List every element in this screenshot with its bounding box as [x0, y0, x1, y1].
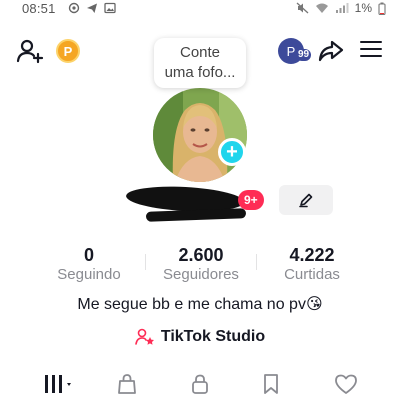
pencil-icon: [299, 193, 313, 208]
share-icon[interactable]: [318, 39, 344, 63]
wifi-icon: [315, 3, 328, 13]
mute-icon: [296, 2, 309, 14]
creator-studio-icon: [135, 328, 154, 345]
shop-bag-icon: [118, 374, 136, 394]
status-time: 08:51: [22, 1, 56, 16]
add-story-plus-icon[interactable]: +: [218, 138, 246, 166]
status-bar: 08:51 1%: [0, 0, 400, 20]
bookmark-icon: [264, 374, 278, 394]
stat-value: 2.600: [178, 245, 224, 265]
profile-avatar[interactable]: [153, 88, 247, 182]
gallery-icon: [104, 2, 116, 14]
profile-stats: 0 Seguindo 2.600 Seguidores 4.222 Curtid…: [0, 244, 400, 284]
stat-label: Curtidas: [284, 266, 340, 283]
signal-icon: [335, 3, 349, 13]
stat-label: Seguindo: [57, 266, 121, 283]
battery-icon: [378, 2, 386, 15]
lock-icon: [192, 374, 208, 394]
telegram-icon: [87, 3, 97, 13]
profile-content-tabs: [0, 370, 400, 398]
coin-letter: P: [63, 43, 73, 59]
edit-profile-button[interactable]: [279, 185, 333, 215]
profile-photo: [153, 88, 247, 182]
account-letter: P: [286, 43, 296, 59]
tab-private[interactable]: [185, 370, 215, 398]
note-bubble-line-1: Conte: [179, 44, 221, 61]
heart-icon: [335, 374, 357, 394]
notification-badge[interactable]: 9+: [238, 190, 264, 210]
status-system-icons: 1%: [296, 1, 386, 15]
stat-value: 0: [83, 245, 94, 265]
status-notification-icons: [68, 2, 116, 14]
stat-likes[interactable]: 4.222 Curtidas: [257, 244, 367, 284]
hamburger-menu-icon[interactable]: [360, 41, 382, 59]
stat-value: 4.222: [289, 245, 335, 265]
tab-saved[interactable]: [256, 370, 286, 398]
battery-percent: 1%: [354, 1, 372, 15]
tiktok-studio-link[interactable]: TikTok Studio: [0, 328, 400, 346]
app-notification-icon: [68, 2, 80, 14]
videos-grid-icon: [45, 375, 71, 393]
tab-videos[interactable]: [42, 370, 78, 398]
note-bubble[interactable]: Conte uma fofo...: [154, 38, 246, 88]
account-count-badge: 99: [296, 49, 312, 61]
stat-label: Seguidores: [163, 266, 239, 283]
coin-balance-icon[interactable]: P: [56, 39, 80, 63]
redacted-username: [145, 208, 247, 222]
tab-shop[interactable]: [112, 370, 142, 398]
note-bubble-line-2: uma fofo...: [164, 64, 236, 81]
stat-following[interactable]: 0 Seguindo: [34, 244, 144, 284]
add-friend-icon[interactable]: [16, 38, 44, 64]
profile-bio: Me segue bb e me chama no pv😘: [77, 296, 323, 313]
tiktok-studio-label: TikTok Studio: [160, 328, 266, 345]
stat-followers[interactable]: 2.600 Seguidores: [146, 244, 256, 284]
tab-liked[interactable]: [331, 370, 361, 398]
